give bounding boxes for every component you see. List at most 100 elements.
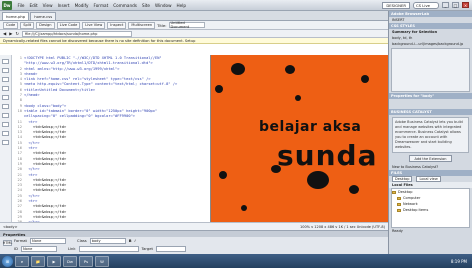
code-editor[interactable]: 1 <!DOCTYPE html PUBLIC "-//W3C//DTD XHTM… — [12, 55, 210, 222]
folder-icon — [392, 190, 396, 194]
file-item-label: Desktop — [398, 190, 413, 194]
code-text: cellspacing="0" cellpadding="0" bgcolor=… — [24, 114, 136, 119]
taskbar-photoshop-icon[interactable]: Ps — [79, 255, 93, 267]
menu-view[interactable]: View — [40, 3, 55, 8]
target-label: Target — [141, 247, 153, 251]
design-view-canvas[interactable]: belajar aksa sunda — [210, 55, 388, 222]
highlight-invalid-icon[interactable] — [2, 104, 9, 109]
business-catalyst-text: Adobe Business Catalyst lets you build a… — [392, 117, 469, 153]
menu-file[interactable]: File — [15, 3, 27, 8]
menu-edit[interactable]: Edit — [27, 3, 40, 8]
inspect-button[interactable]: Inspect — [107, 21, 127, 29]
computer-icon — [397, 196, 401, 200]
ink-splat — [349, 185, 359, 194]
refresh-icon[interactable]: ↻ — [15, 31, 19, 36]
expand-all-icon[interactable] — [2, 77, 9, 82]
menu-modify[interactable]: Modify — [72, 3, 91, 8]
comment-icon[interactable] — [2, 122, 9, 127]
ink-splat — [241, 205, 247, 211]
body-tag[interactable]: <body> — [3, 225, 18, 229]
title-input[interactable]: Untitled Document — [168, 21, 205, 29]
design-view-button[interactable]: Design — [36, 21, 55, 29]
split-view-button[interactable]: Split — [20, 21, 35, 29]
start-button[interactable]: ⊞ — [2, 255, 13, 267]
class-select[interactable]: body — [89, 238, 126, 244]
coding-toolbar — [0, 55, 12, 222]
word-wrap-icon[interactable] — [2, 113, 9, 118]
tag-selector: <body> — [0, 222, 210, 230]
address-input[interactable]: file:///C|/xampp/htdocs/sunda/home.php — [21, 30, 132, 37]
taskbar-media-icon[interactable]: ▶ — [47, 255, 61, 267]
maximize-button[interactable]: □ — [452, 2, 459, 8]
link-label: Link — [67, 247, 76, 251]
taskbar-dreamweaver-icon[interactable]: Dw — [63, 255, 77, 267]
line-numbers-icon[interactable] — [2, 95, 9, 100]
id-label: ID — [14, 247, 18, 251]
right-panels: Adobe BrowserLab INSERT CSS STYLES Summa… — [388, 11, 472, 254]
network-icon — [397, 202, 401, 206]
menu-help[interactable]: Help — [174, 3, 189, 8]
italic-icon[interactable]: I — [135, 239, 136, 243]
ink-splat — [295, 95, 301, 101]
properties-row-1: Format None Class body B I — [0, 237, 388, 245]
id-select[interactable]: None — [20, 246, 57, 252]
tab-home-php[interactable]: home.php — [2, 12, 30, 20]
heading-belajar-aksara: belajar aksa — [259, 119, 362, 135]
target-select[interactable] — [155, 246, 186, 252]
code-text: <html xmlns="http://www.w3.org/1999/xhtm… — [24, 66, 120, 71]
open-documents-icon[interactable] — [2, 59, 9, 64]
cs-live-search[interactable]: CS Live — [413, 1, 439, 9]
back-icon[interactable]: ◀ — [3, 31, 6, 36]
add-extension-button[interactable]: Add the Extension — [409, 155, 452, 162]
format-label: Format — [14, 239, 27, 243]
file-item-label: Computer — [403, 196, 421, 200]
bold-icon[interactable]: B — [129, 239, 132, 243]
files-location-select[interactable]: Desktop — [392, 176, 413, 182]
ink-splat — [285, 65, 295, 74]
files-tree[interactable]: Desktop Computer Network Desktop items — [391, 188, 470, 228]
forward-icon[interactable]: ▶ — [9, 31, 12, 36]
menu-commands[interactable]: Commands — [111, 3, 140, 8]
css-properties-list[interactable] — [389, 99, 472, 109]
close-button[interactable]: × — [462, 2, 469, 8]
minimize-button[interactable]: _ — [442, 2, 449, 8]
status-bar: 100% v 1208 x 486 v 1K / 1 sec Unicode (… — [210, 222, 388, 230]
taskbar-clock: 8:19 PM — [450, 258, 467, 264]
taskbar-explorer-icon[interactable]: 📁 — [31, 255, 45, 267]
outdent-icon[interactable] — [2, 140, 9, 145]
business-catalyst-header[interactable]: BUSINESS CATALYST — [389, 109, 472, 115]
workspace-switcher[interactable]: DESIGNER — [382, 1, 410, 9]
html-mode-button[interactable]: HTML — [3, 240, 12, 246]
menubar-right: DESIGNER CS Live _ □ × — [382, 1, 472, 9]
split-view: 1 <!DOCTYPE html PUBLIC "-//W3C//DTD XHTM… — [0, 55, 388, 222]
ink-splat — [307, 171, 329, 189]
code-view-button[interactable]: Code — [3, 21, 19, 29]
format-select[interactable]: None — [30, 238, 66, 244]
menu-site[interactable]: Site — [139, 3, 152, 8]
ink-splat — [219, 171, 227, 179]
document-window: home.php home.css Code Split Design Live… — [0, 11, 388, 265]
tab-home-css[interactable]: home.css — [30, 12, 57, 20]
collapse-tag-icon[interactable] — [2, 68, 9, 73]
taskbar-ie-icon[interactable]: e — [15, 255, 29, 267]
files-status: Ready — [392, 229, 403, 233]
live-code-button[interactable]: Live Code — [56, 21, 81, 29]
css-rules-list[interactable] — [391, 48, 470, 92]
properties-row-2: ID None Link Target — [0, 245, 388, 253]
menu-insert[interactable]: Insert — [55, 3, 72, 8]
indent-icon[interactable] — [2, 131, 9, 136]
taskbar-word-icon[interactable]: W — [95, 255, 109, 267]
class-label: Class — [77, 239, 87, 243]
file-item-label: Desktop items — [403, 208, 429, 212]
multiscreen-button[interactable]: Multiscreen — [128, 21, 156, 29]
files-view-select[interactable]: Local view — [416, 176, 441, 182]
dreamweaver-window: Dw File Edit View Insert Modify Format C… — [0, 0, 472, 268]
link-input[interactable] — [78, 246, 139, 252]
css-rule-row[interactable]: background-i...url(images/background.jp — [389, 41, 472, 47]
live-view-button[interactable]: Live View — [82, 21, 106, 29]
file-item[interactable]: Desktop items — [392, 207, 469, 213]
select-parent-tag-icon[interactable] — [2, 86, 9, 91]
app-logo: Dw — [2, 0, 12, 10]
menu-format[interactable]: Format — [91, 3, 111, 8]
menu-window[interactable]: Window — [153, 3, 175, 8]
